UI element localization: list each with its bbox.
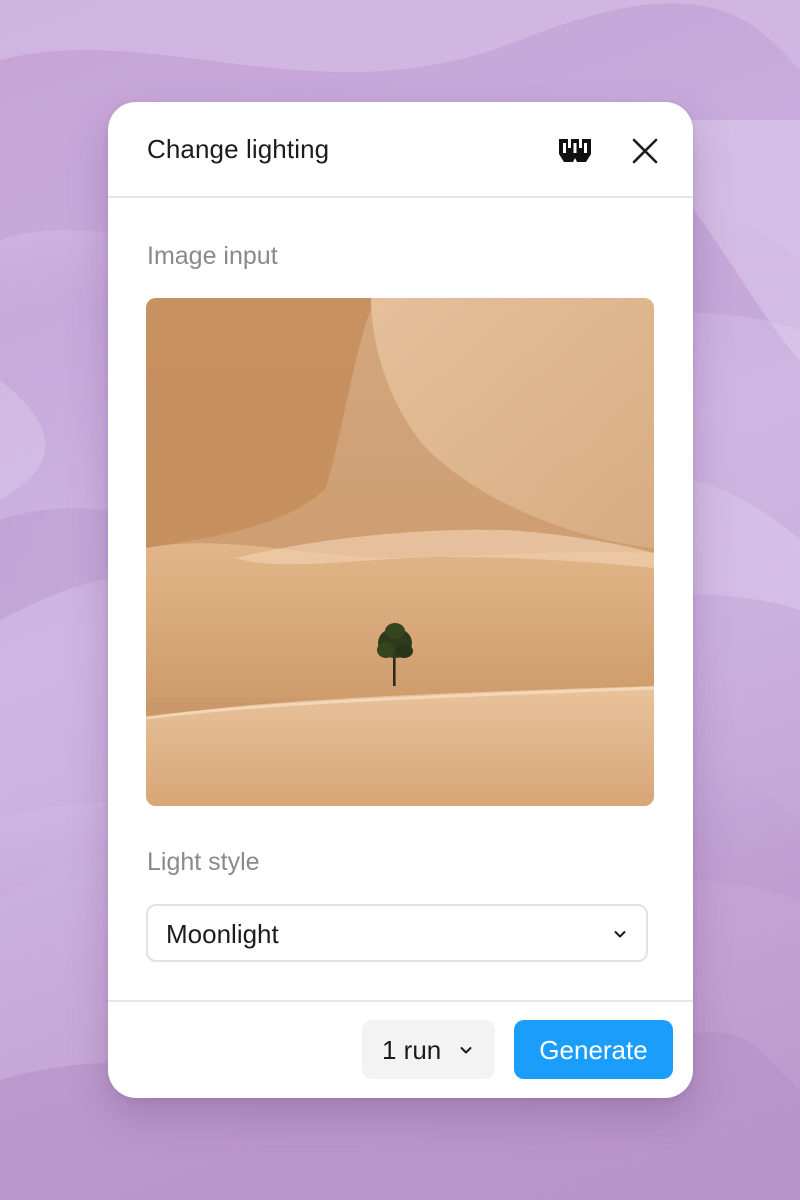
light-style-select[interactable]: Moonlight: [146, 904, 648, 962]
light-style-value: Moonlight: [166, 919, 279, 949]
close-icon: [632, 138, 658, 164]
image-input-preview[interactable]: [146, 298, 654, 806]
chevron-down-icon: [614, 931, 626, 938]
runs-label: 1 run: [382, 1035, 442, 1065]
dialog-header: Change lighting: [108, 102, 693, 198]
dialog-title: Change lighting: [147, 134, 330, 164]
generate-label: Generate: [539, 1035, 648, 1065]
desert-image: [146, 298, 654, 806]
image-input-label: Image input: [147, 242, 278, 270]
change-lighting-dialog: Change lighting Image input Light style …: [108, 102, 693, 1098]
close-button[interactable]: [626, 132, 664, 170]
light-style-label: Light style: [147, 848, 260, 876]
dialog-footer: 1 run Generate: [108, 1000, 693, 1098]
runs-dropdown-button[interactable]: 1 run: [362, 1020, 495, 1079]
w-logo-icon: [558, 136, 592, 166]
generate-button[interactable]: Generate: [514, 1020, 673, 1079]
chevron-down-icon: [460, 1047, 472, 1054]
